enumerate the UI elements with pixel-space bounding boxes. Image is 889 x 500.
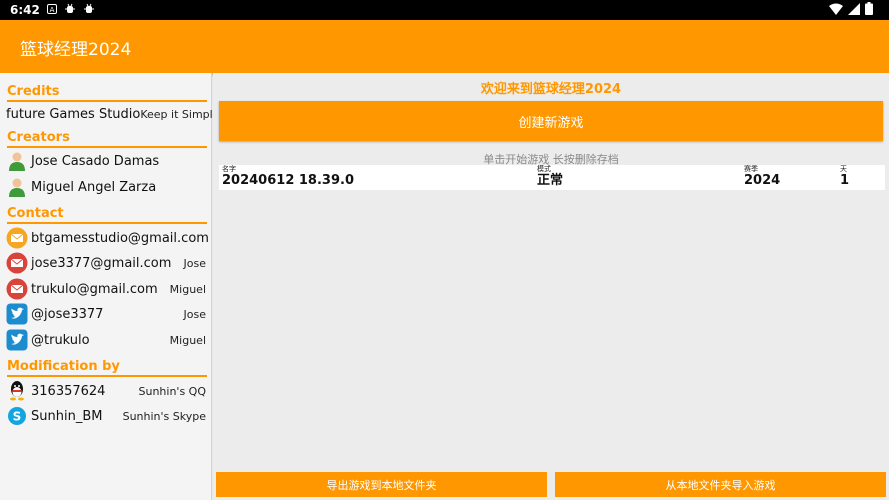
contact-twitter-row[interactable]: @trukulo Miguel bbox=[6, 328, 206, 352]
skype-icon: S bbox=[6, 405, 28, 427]
skype-id[interactable]: Sunhin_BM bbox=[31, 409, 123, 424]
a-icon: A bbox=[46, 3, 57, 17]
contact-twitter[interactable]: @jose3377 bbox=[31, 307, 184, 322]
save-mode-value: 正常 bbox=[537, 173, 564, 188]
status-bar: 6:42 A bbox=[0, 0, 889, 20]
save-mode-label: 模式 bbox=[537, 165, 551, 173]
status-time: 6:42 bbox=[10, 3, 40, 17]
credits-studio-row: future Games Studio Keep it Simple bbox=[6, 102, 219, 126]
creator-name: Jose Casado Damas bbox=[31, 153, 160, 169]
save-day-label: 天 bbox=[840, 165, 847, 173]
wifi-icon bbox=[829, 3, 843, 18]
skype-owner: Sunhin's Skype bbox=[122, 409, 206, 423]
modification-skype-row[interactable]: S Sunhin_BM Sunhin's Skype bbox=[6, 404, 206, 428]
credits-header: Credits bbox=[7, 84, 207, 102]
main-panel: 欢迎来到篮球经理2024 创建新游戏 单击开始游戏 长按删除存档 名字 2024… bbox=[213, 73, 889, 500]
qq-owner: Sunhin's QQ bbox=[138, 384, 207, 398]
svg-text:S: S bbox=[13, 410, 22, 424]
contact-header: Contact bbox=[7, 206, 207, 224]
creator-row: Miguel Angel Zarza bbox=[6, 175, 206, 199]
contact-email[interactable]: trukulo@gmail.com bbox=[31, 282, 170, 297]
creators-header: Creators bbox=[7, 130, 207, 148]
save-season-cell: 赛季 2024 bbox=[744, 165, 780, 188]
import-game-button[interactable]: 从本地文件夹导入游戏 bbox=[555, 472, 886, 497]
mail-icon bbox=[6, 278, 28, 300]
save-slot-row[interactable]: 名字 20240612 18.39.0 模式 正常 赛季 2024 天 1 bbox=[219, 165, 885, 190]
save-season-label: 赛季 bbox=[744, 165, 758, 173]
contact-owner: Jose bbox=[183, 256, 206, 270]
person-icon bbox=[6, 176, 28, 198]
svg-text:A: A bbox=[49, 6, 54, 14]
app-bar: 篮球经理2024 bbox=[0, 20, 889, 73]
save-season-value: 2024 bbox=[744, 173, 781, 188]
studio-name: future Games Studio bbox=[6, 106, 141, 122]
save-mode-cell: 模式 正常 bbox=[537, 165, 563, 188]
contact-owner: Miguel bbox=[169, 333, 206, 347]
creator-row: Jose Casado Damas bbox=[6, 149, 206, 173]
contact-email-row[interactable]: jose3377@gmail.com Jose bbox=[6, 251, 206, 275]
signal-icon bbox=[848, 2, 860, 18]
contact-email[interactable]: btgamesstudio@gmail.com bbox=[31, 231, 209, 246]
battery-icon bbox=[865, 2, 873, 18]
contact-twitter-row[interactable]: @jose3377 Jose bbox=[6, 302, 206, 326]
new-game-button[interactable]: 创建新游戏 bbox=[219, 101, 883, 141]
mail-icon bbox=[6, 227, 28, 249]
save-name-label: 名字 bbox=[222, 165, 236, 173]
credits-panel: Credits future Games Studio Keep it Simp… bbox=[0, 73, 219, 500]
mail-icon bbox=[6, 252, 28, 274]
qq-icon bbox=[6, 380, 28, 402]
save-day-cell: 天 1 bbox=[840, 165, 849, 188]
studio-slogan: Keep it Simple bbox=[140, 107, 220, 121]
export-game-button[interactable]: 导出游戏到本地文件夹 bbox=[216, 472, 547, 497]
contact-owner: Jose bbox=[183, 307, 206, 321]
twitter-icon bbox=[6, 329, 28, 351]
save-name-cell: 名字 20240612 18.39.0 bbox=[222, 165, 354, 188]
app-title: 篮球经理2024 bbox=[20, 40, 132, 60]
creator-name: Miguel Angel Zarza bbox=[31, 179, 157, 195]
contact-twitter[interactable]: @trukulo bbox=[31, 333, 170, 348]
contact-email-row[interactable]: trukulo@gmail.com Miguel bbox=[6, 277, 206, 301]
contact-email[interactable]: jose3377@gmail.com bbox=[31, 256, 184, 271]
contact-email-row[interactable]: btgamesstudio@gmail.com bbox=[6, 226, 209, 250]
contact-owner: Miguel bbox=[169, 282, 206, 296]
save-name-value: 20240612 18.39.0 bbox=[222, 173, 354, 188]
bug-icon bbox=[64, 3, 76, 18]
modification-header: Modification by bbox=[7, 359, 207, 377]
save-day-value: 1 bbox=[840, 173, 850, 188]
twitter-icon bbox=[6, 303, 28, 325]
qq-number[interactable]: 316357624 bbox=[31, 384, 139, 399]
modification-qq-row[interactable]: 316357624 Sunhin's QQ bbox=[6, 379, 206, 403]
welcome-title: 欢迎来到篮球经理2024 bbox=[480, 82, 622, 97]
bug-icon bbox=[83, 3, 95, 18]
person-icon bbox=[6, 150, 28, 172]
